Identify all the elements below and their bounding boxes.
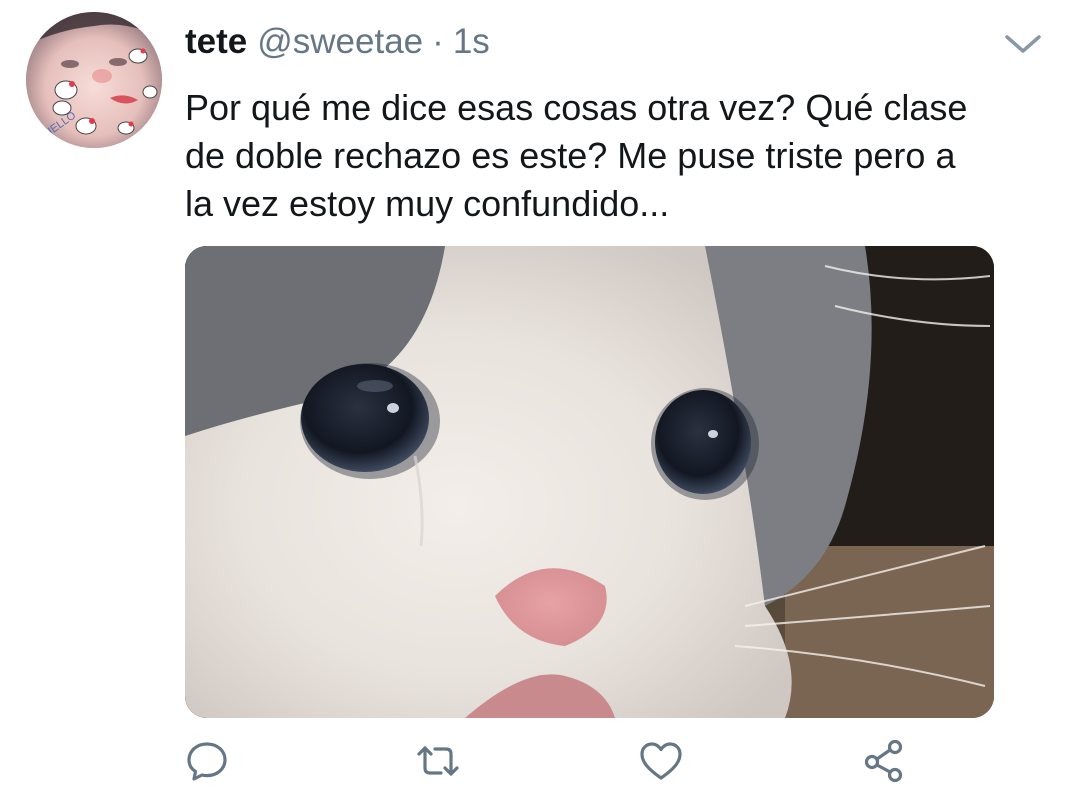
tweet-text: Por qué me dice esas cosas otra vez? Qué… <box>185 87 968 224</box>
user-handle[interactable]: @sweetae <box>257 22 423 62</box>
reply-bubble-icon[interactable] <box>184 738 230 784</box>
timestamp[interactable]: 1s <box>453 22 490 62</box>
avatar-image: HELLO <box>26 12 162 148</box>
tweet-actions <box>0 738 1080 784</box>
display-name[interactable]: tete <box>185 22 247 62</box>
tweet-media-image[interactable] <box>185 246 994 718</box>
kitten-photo <box>185 246 994 718</box>
heart-icon[interactable] <box>638 738 684 784</box>
retweet-icon[interactable] <box>415 738 461 784</box>
tweet-header: tete @sweetae · 1s <box>185 22 490 66</box>
chevron-down-icon[interactable] <box>1003 30 1043 58</box>
share-icon[interactable] <box>862 738 908 784</box>
header-separator: · <box>432 22 444 61</box>
avatar[interactable]: HELLO <box>26 12 162 148</box>
